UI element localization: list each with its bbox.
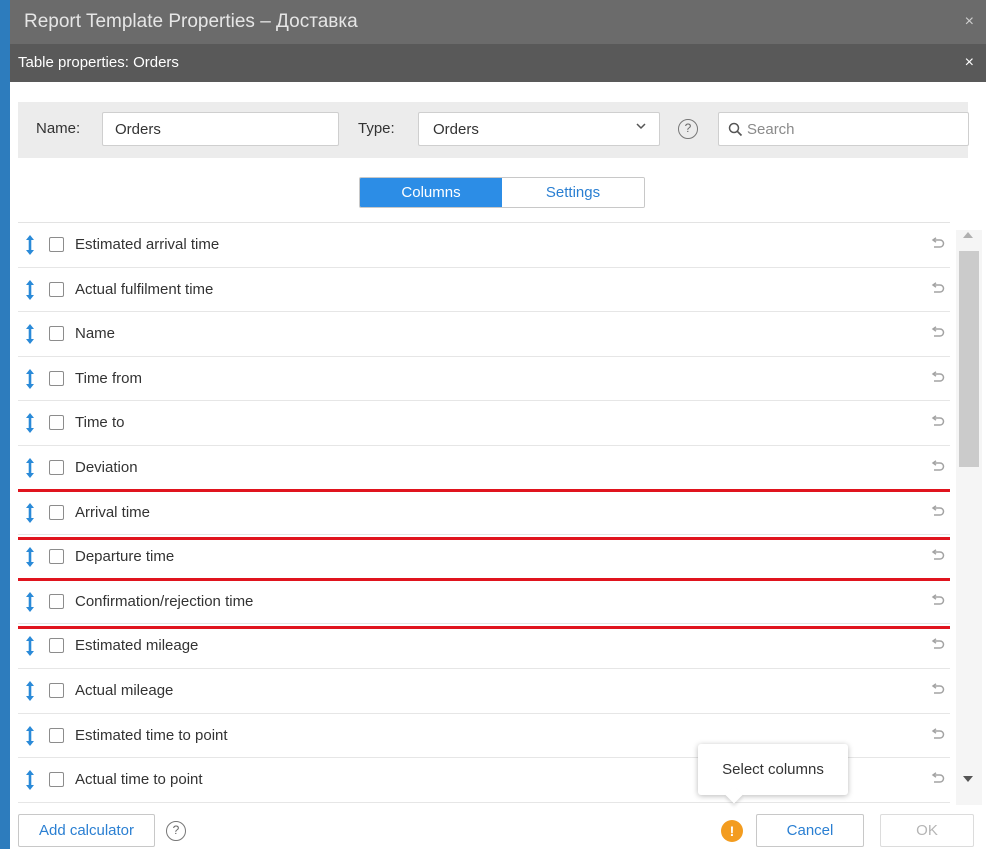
search-box[interactable] <box>718 112 969 146</box>
column-label: Actual time to point <box>75 771 203 789</box>
column-checkbox[interactable] <box>49 727 64 743</box>
column-checkbox[interactable] <box>49 549 64 565</box>
scroll-down-arrow-icon[interactable] <box>963 776 973 782</box>
column-label: Arrival time <box>75 503 151 521</box>
tabs: Columns Settings <box>359 177 645 208</box>
reset-icon[interactable] <box>930 727 946 748</box>
cancel-button[interactable]: Cancel <box>756 814 864 847</box>
scroll-thumb[interactable] <box>959 251 979 467</box>
drag-handle-icon[interactable] <box>25 591 35 618</box>
column-label: Actual fulfilment time <box>75 280 214 298</box>
dialog-title: Table properties: Orders <box>18 54 179 71</box>
column-row[interactable]: Estimated mileage <box>18 624 950 669</box>
drag-handle-icon[interactable] <box>25 769 35 796</box>
drag-handle-icon[interactable] <box>25 635 35 662</box>
column-checkbox[interactable] <box>49 281 64 297</box>
drag-handle-icon[interactable] <box>25 368 35 395</box>
reset-icon[interactable] <box>930 771 946 792</box>
help-icon[interactable]: ? <box>166 821 186 841</box>
column-checkbox[interactable] <box>49 370 64 386</box>
column-label: Time from <box>75 369 142 387</box>
warning-icon: ! <box>721 820 743 842</box>
window-titlebar: Report Template Properties – Доставка × <box>10 0 986 44</box>
drag-handle-icon[interactable] <box>25 279 35 306</box>
reset-icon[interactable] <box>930 414 946 435</box>
properties-form: Name: Type: Orders ? <box>18 102 969 158</box>
reset-icon[interactable] <box>930 281 946 302</box>
column-checkbox[interactable] <box>49 326 64 342</box>
drag-handle-icon[interactable] <box>25 725 35 752</box>
column-row[interactable]: Confirmation/rejection time <box>18 577 950 629</box>
column-label: Estimated time to point <box>75 726 228 744</box>
window-close-icon[interactable]: × <box>965 0 974 44</box>
column-row[interactable]: Time from <box>18 357 950 402</box>
drag-handle-icon[interactable] <box>25 680 35 707</box>
columns-list: Estimated arrival time Actual fulfilment … <box>18 222 950 805</box>
search-icon <box>728 122 743 137</box>
drag-handle-icon[interactable] <box>25 546 35 573</box>
column-checkbox[interactable] <box>49 237 64 252</box>
column-label: Time to <box>75 414 125 432</box>
window-title: Report Template Properties – Доставка <box>24 11 358 32</box>
column-checkbox[interactable] <box>49 772 64 788</box>
reset-icon[interactable] <box>930 370 946 391</box>
column-row[interactable]: Name <box>18 312 950 357</box>
column-label: Deviation <box>75 458 138 476</box>
drag-handle-icon[interactable] <box>25 323 35 350</box>
dialog-footer: Add calculator ? ! Cancel OK <box>10 805 986 849</box>
column-row[interactable]: Departure time <box>18 535 950 580</box>
reset-icon[interactable] <box>930 682 946 703</box>
help-icon[interactable]: ? <box>678 119 698 139</box>
column-checkbox[interactable] <box>49 638 64 654</box>
column-label: Name <box>75 325 116 343</box>
list-scrollbar[interactable] <box>956 230 982 805</box>
dialog-titlebar: Table properties: Orders × <box>10 44 986 82</box>
tab-columns[interactable]: Columns <box>360 178 502 207</box>
scroll-up-arrow-icon[interactable] <box>963 232 973 238</box>
reset-icon[interactable] <box>930 637 946 658</box>
column-checkbox[interactable] <box>49 682 64 698</box>
column-checkbox[interactable] <box>49 504 64 520</box>
column-label: Actual mileage <box>75 681 174 699</box>
column-row[interactable]: Estimated arrival time <box>18 223 950 268</box>
desktop-background <box>0 0 10 849</box>
reset-icon[interactable] <box>930 548 946 569</box>
type-label: Type: <box>358 120 395 137</box>
column-row[interactable]: Actual mileage <box>18 669 950 714</box>
drag-handle-icon[interactable] <box>25 412 35 439</box>
add-calculator-button[interactable]: Add calculator <box>18 814 155 847</box>
column-label: Estimated mileage <box>75 637 199 655</box>
type-select[interactable]: Orders <box>418 112 660 146</box>
search-input[interactable] <box>747 113 962 145</box>
column-row[interactable]: Actual fulfilment time <box>18 268 950 313</box>
name-input[interactable] <box>102 112 339 146</box>
column-checkbox[interactable] <box>49 415 64 431</box>
column-checkbox[interactable] <box>49 593 64 609</box>
column-row[interactable]: Deviation <box>18 446 950 491</box>
ok-button[interactable]: OK <box>880 814 974 847</box>
table-properties-dialog: Table properties: Orders × Name: Type: O… <box>10 44 986 849</box>
column-row[interactable]: Arrival time <box>18 488 950 540</box>
dialog-close-icon[interactable]: × <box>965 44 974 82</box>
reset-icon[interactable] <box>930 236 946 257</box>
drag-handle-icon[interactable] <box>25 502 35 529</box>
reset-icon[interactable] <box>930 325 946 346</box>
chevron-down-icon <box>635 120 647 135</box>
reset-icon[interactable] <box>930 504 946 525</box>
type-select-value: Orders <box>433 121 479 138</box>
select-columns-tooltip: Select columns <box>698 744 848 795</box>
column-label: Departure time <box>75 548 175 566</box>
drag-handle-icon[interactable] <box>25 457 35 484</box>
column-checkbox[interactable] <box>49 459 64 475</box>
tab-settings[interactable]: Settings <box>502 178 644 207</box>
reset-icon[interactable] <box>930 459 946 480</box>
column-label: Estimated arrival time <box>75 236 220 253</box>
column-label: Confirmation/rejection time <box>75 592 254 610</box>
drag-handle-icon[interactable] <box>25 234 35 261</box>
reset-icon[interactable] <box>930 593 946 614</box>
column-row[interactable]: Time to <box>18 401 950 446</box>
name-label: Name: <box>36 120 81 137</box>
